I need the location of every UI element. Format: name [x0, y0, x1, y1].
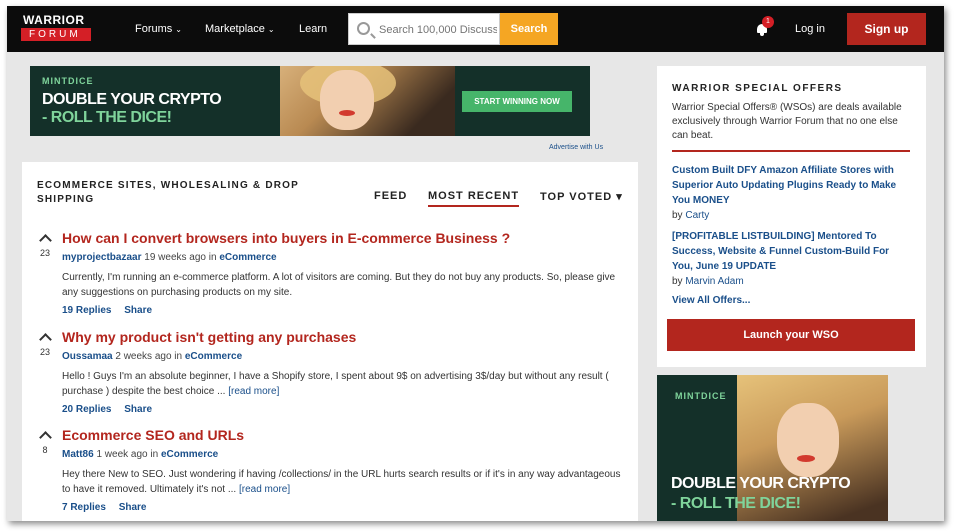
share-link[interactable]: Share: [124, 305, 152, 316]
top-navigation-bar: WARRIOR FORUM Forums ⌄ Marketplace ⌄ Learn…: [7, 6, 944, 52]
chevron-down-icon: ⌄: [267, 25, 275, 34]
post-category[interactable]: eCommerce: [161, 449, 218, 460]
offer-byline: by Marvin Adam: [672, 274, 912, 289]
special-offers-card: WARRIOR SPECIAL OFFERS Warrior Special O…: [657, 66, 926, 367]
ad-photo-lips: [797, 455, 815, 462]
post-author[interactable]: Oussamaa: [62, 351, 113, 362]
view-all-offers-link[interactable]: View All Offers...: [672, 295, 750, 306]
post-actions: 7 Replies Share: [62, 502, 157, 513]
nav-marketplace-label: Marketplace: [205, 23, 265, 35]
post-category[interactable]: eCommerce: [219, 252, 276, 263]
offer-byline: by Carty: [672, 208, 912, 223]
search-box: [348, 13, 500, 45]
vote-widget: 23: [34, 331, 56, 357]
post-time: 2 weeks ago in: [115, 351, 183, 362]
replies-link[interactable]: 7 Replies: [62, 502, 106, 513]
search-button[interactable]: Search: [500, 13, 558, 45]
ad-headline: DOUBLE YOUR CRYPTO: [42, 91, 222, 108]
tab-most-recent[interactable]: MOST RECENT: [428, 190, 520, 207]
replies-link[interactable]: 19 Replies: [62, 305, 111, 316]
vote-count: 23: [39, 347, 50, 357]
nav-forums-label: Forums: [135, 23, 173, 35]
nav-learn-label: Learn: [299, 23, 328, 35]
offer-item: [PROFITABLE LISTBUILDING] Mentored To Su…: [672, 229, 912, 289]
post-author[interactable]: Matt86: [62, 449, 94, 460]
post-title[interactable]: Why my product isn't getting any purchas…: [62, 329, 356, 345]
nav-marketplace[interactable]: Marketplace ⌄: [205, 23, 275, 35]
offer-item: Custom Built DFY Amazon Affiliate Stores…: [672, 163, 912, 223]
upvote-icon[interactable]: [38, 333, 52, 346]
login-link[interactable]: Log in: [795, 23, 825, 35]
logo-word-bottom: FORUM: [21, 28, 91, 41]
post-excerpt-text: Hey there New to SEO. Just wondering if …: [62, 469, 621, 495]
post-time: 1 week ago in: [96, 449, 159, 460]
upvote-icon[interactable]: [38, 431, 52, 444]
search-icon: [357, 22, 370, 35]
post-excerpt: Hey there New to SEO. Just wondering if …: [62, 467, 622, 497]
search-input[interactable]: [379, 21, 497, 38]
vote-widget: 23: [34, 232, 56, 258]
launch-wso-button[interactable]: Launch your WSO: [667, 319, 915, 351]
advertise-link[interactable]: Advertise with Us: [549, 144, 603, 151]
category-title: ECOMMERCE SITES, WHOLESALING & DROP SHIP…: [37, 180, 299, 205]
ad-subheadline: - ROLL THE DICE!: [671, 495, 801, 512]
post-meta: myprojectbazaar 19 weeks ago in eCommerc…: [62, 252, 277, 263]
post-excerpt-text: Hello ! Guys I'm an absolute beginner, I…: [62, 371, 609, 397]
signup-button[interactable]: Sign up: [847, 13, 926, 45]
nav-learn[interactable]: Learn: [299, 23, 327, 35]
offers-divider: [672, 150, 910, 152]
browser-page: WARRIOR FORUM Forums ⌄ Marketplace ⌄ Learn…: [7, 6, 944, 521]
share-link[interactable]: Share: [124, 404, 152, 415]
offer-author[interactable]: Marvin Adam: [685, 276, 743, 287]
replies-link[interactable]: 20 Replies: [62, 404, 111, 415]
tab-top-voted[interactable]: TOP VOTED ▾: [540, 190, 623, 203]
ad-subheadline: - ROLL THE DICE!: [42, 109, 172, 126]
chevron-down-icon: ⌄: [175, 25, 182, 34]
ad-photo-lips: [339, 110, 355, 116]
offer-by-label: by: [672, 210, 683, 221]
discussion-panel: ECOMMERCE SITES, WHOLESALING & DROP SHIP…: [22, 162, 638, 521]
offer-by-label: by: [672, 276, 683, 287]
ad-brand: MINTDICE: [675, 391, 727, 401]
notification-badge: 1: [762, 16, 774, 28]
post-actions: 19 Replies Share: [62, 305, 162, 316]
post-excerpt-text: Currently, I'm running an e-commerce pla…: [62, 272, 616, 298]
vote-count: 8: [42, 445, 48, 455]
logo-word-top: WARRIOR: [23, 13, 85, 27]
tab-feed[interactable]: FEED: [374, 190, 407, 202]
share-link[interactable]: Share: [119, 502, 147, 513]
nav-forums[interactable]: Forums ⌄: [135, 23, 182, 35]
post-time: 19 weeks ago in: [144, 252, 217, 263]
post-excerpt: Currently, I'm running an e-commerce pla…: [62, 270, 622, 300]
post-excerpt: Hello ! Guys I'm an absolute beginner, I…: [62, 369, 622, 399]
post-meta: Oussamaa 2 weeks ago in eCommerce: [62, 351, 242, 362]
offer-author[interactable]: Carty: [685, 210, 709, 221]
offer-title[interactable]: [PROFITABLE LISTBUILDING] Mentored To Su…: [672, 229, 912, 274]
vote-widget: 8: [34, 429, 56, 455]
post-actions: 20 Replies Share: [62, 404, 162, 415]
read-more-link[interactable]: [read more]: [239, 484, 290, 495]
ad-cta-button[interactable]: START WINNING NOW: [462, 91, 572, 112]
read-more-link[interactable]: [read more]: [228, 386, 279, 397]
post-title[interactable]: Ecommerce SEO and URLs: [62, 427, 244, 443]
ad-headline: DOUBLE YOUR CRYPTO: [671, 475, 851, 492]
vote-count: 23: [39, 248, 50, 258]
post-meta: Matt86 1 week ago in eCommerce: [62, 449, 218, 460]
sidebar-advertisement[interactable]: MINTDICE DOUBLE YOUR CRYPTO - ROLL THE D…: [657, 375, 888, 521]
post-title[interactable]: How can I convert browsers into buyers i…: [62, 230, 510, 246]
post-category[interactable]: eCommerce: [185, 351, 242, 362]
ad-photo-face: [320, 70, 374, 130]
top-advertisement-banner[interactable]: MINTDICE DOUBLE YOUR CRYPTO - ROLL THE D…: [30, 66, 590, 136]
offers-description: Warrior Special Offers® (WSOs) are deals…: [672, 102, 902, 141]
upvote-icon[interactable]: [38, 234, 52, 247]
offers-heading: WARRIOR SPECIAL OFFERS: [672, 83, 843, 94]
offer-title[interactable]: Custom Built DFY Amazon Affiliate Stores…: [672, 163, 912, 208]
ad-photo-face: [777, 403, 839, 477]
post-author[interactable]: myprojectbazaar: [62, 252, 141, 263]
warrior-forum-logo[interactable]: WARRIOR FORUM: [21, 14, 93, 42]
ad-brand: MINTDICE: [42, 76, 94, 86]
